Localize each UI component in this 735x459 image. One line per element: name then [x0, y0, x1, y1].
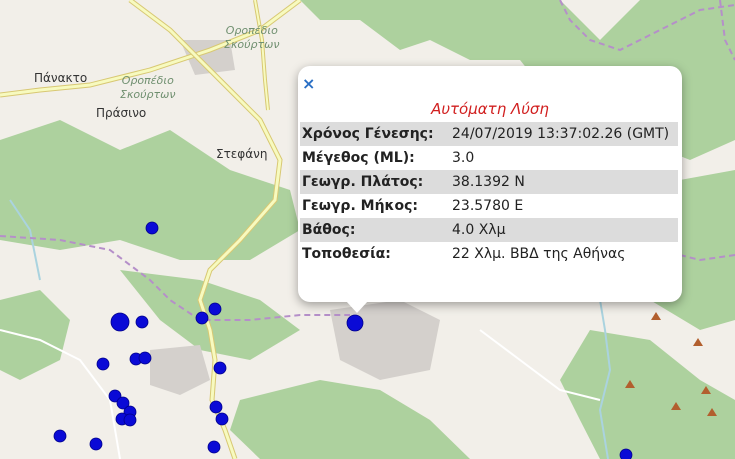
- quake-marker[interactable]: [145, 221, 159, 235]
- popup-title: Αυτόματη Λύση: [431, 100, 549, 118]
- quake-marker[interactable]: [195, 311, 209, 325]
- quake-marker[interactable]: [123, 413, 137, 427]
- longitude-value: 23.5780 E: [450, 194, 678, 218]
- earthquake-info-popup: × Αυτόματη Λύση Χρόνος Γένεσης: 24/07/20…: [298, 66, 682, 313]
- map-label-prasino: Πράσινο: [96, 106, 147, 120]
- table-row: Τοποθεσία: 22 Χλμ. ΒΒΔ της Αθήνας: [300, 242, 678, 266]
- quake-marker[interactable]: [215, 412, 229, 426]
- quake-marker[interactable]: [135, 315, 149, 329]
- popup-pointer: [346, 301, 368, 313]
- magnitude-label: Μέγεθος (ML):: [300, 146, 450, 170]
- quake-marker[interactable]: [207, 440, 221, 454]
- map-label-stefani: Στεφάνη: [216, 147, 268, 161]
- table-row: Γεωγρ. Μήκος: 23.5780 E: [300, 194, 678, 218]
- map-label-oropedio-top-text: Οροπέδιο Σκούρτων: [224, 24, 280, 51]
- quake-marker[interactable]: [209, 400, 223, 414]
- magnitude-value: 3.0: [450, 146, 678, 170]
- location-value: 22 Χλμ. ΒΒΔ της Αθήνας: [450, 242, 678, 266]
- latitude-label: Γεωγρ. Πλάτος:: [300, 170, 450, 194]
- map-label-oropedio-top: Οροπέδιο Σκούρτων: [224, 24, 280, 52]
- longitude-label: Γεωγρ. Μήκος:: [300, 194, 450, 218]
- quake-marker[interactable]: [53, 429, 67, 443]
- earthquake-details-table: Χρόνος Γένεσης: 24/07/2019 13:37:02.26 (…: [300, 122, 678, 266]
- latitude-value: 38.1392 N: [450, 170, 678, 194]
- table-row: Μέγεθος (ML): 3.0: [300, 146, 678, 170]
- table-row: Βάθος: 4.0 Χλμ: [300, 218, 678, 242]
- origin-time-label: Χρόνος Γένεσης:: [300, 122, 450, 146]
- epicenter-marker[interactable]: [346, 314, 364, 332]
- popup-close-button[interactable]: ×: [302, 74, 315, 93]
- quake-marker[interactable]: [213, 361, 227, 375]
- map-label-oropedio-left: Οροπέδιο Σκούρτων: [120, 74, 176, 102]
- quake-marker[interactable]: [96, 357, 110, 371]
- map-label-oropedio-left-text: Οροπέδιο Σκούρτων: [120, 74, 176, 101]
- quake-marker[interactable]: [89, 437, 103, 451]
- map-label-panakto: Πάνακτο: [34, 71, 88, 85]
- table-row: Γεωγρ. Πλάτος: 38.1392 N: [300, 170, 678, 194]
- origin-time-value: 24/07/2019 13:37:02.26 (GMT): [450, 122, 678, 146]
- depth-value: 4.0 Χλμ: [450, 218, 678, 242]
- quake-marker[interactable]: [110, 312, 130, 332]
- location-label: Τοποθεσία:: [300, 242, 450, 266]
- quake-marker[interactable]: [208, 302, 222, 316]
- quake-marker[interactable]: [138, 351, 152, 365]
- depth-label: Βάθος:: [300, 218, 450, 242]
- quake-marker[interactable]: [619, 448, 633, 459]
- table-row: Χρόνος Γένεσης: 24/07/2019 13:37:02.26 (…: [300, 122, 678, 146]
